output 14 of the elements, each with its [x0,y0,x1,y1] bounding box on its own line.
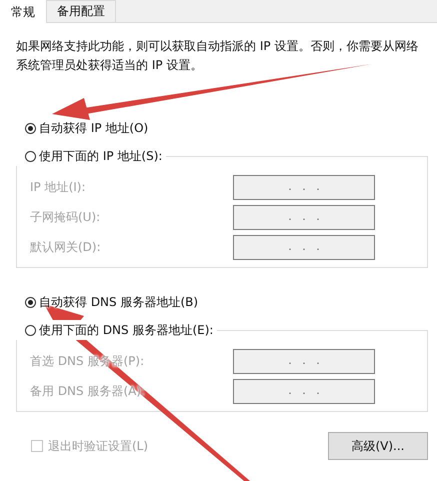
radio-label[interactable]: 自动获得 IP 地址(O) [39,120,152,136]
radio-button[interactable] [25,150,36,162]
tab[interactable]: 备用配置 [46,0,116,22]
field-label: 子网掩码(U): [30,208,102,226]
field-label: 默认网关(D): [30,238,102,256]
radio-button[interactable] [25,296,36,308]
field-label: IP 地址(I): [30,178,87,196]
radio-label[interactable]: 使用下面的 IP 地址(S): [39,148,166,164]
description-text: 如果网络支持此功能，则可以获取自动指派的 IP 设置。否则，你需要从网络系统管理员处获得适当的 IP 设置。 [16,38,420,74]
radio-label[interactable]: 自动获得 DNS 服务器地址(B) [39,294,202,310]
advanced-button[interactable]: 高级(V)... [328,432,428,460]
tab[interactable]: 常规 [0,0,46,23]
radio-button[interactable] [25,122,36,134]
radio-button[interactable] [25,324,36,336]
